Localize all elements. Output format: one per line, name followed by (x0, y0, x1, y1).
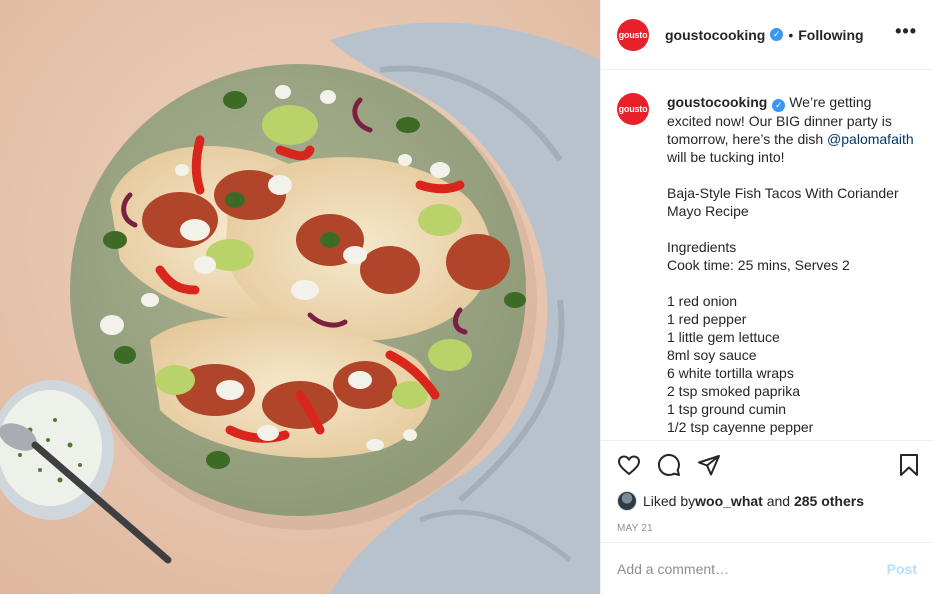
share-icon[interactable] (697, 453, 721, 477)
caption-text: goustocooking ✓ We’re getting excited now… (667, 93, 917, 440)
caption-body-2: will be tucking into! Baja-Style Fish Ta… (667, 148, 899, 435)
caption-avatar[interactable]: gousto (617, 93, 649, 125)
post-header: gousto goustocooking ✓ • Following ••• (601, 0, 933, 70)
fish-tacos-image (0, 0, 600, 594)
avatar[interactable]: gousto (617, 18, 649, 51)
caption-username[interactable]: goustocooking (667, 94, 767, 110)
comment-box: Add a comment… Post (601, 542, 933, 594)
verified-badge-icon: ✓ (772, 98, 786, 112)
liker-username[interactable]: woo_what (695, 493, 763, 509)
bookmark-icon[interactable] (897, 453, 921, 477)
comment-input[interactable]: Add a comment… (617, 561, 887, 577)
more-options-icon[interactable]: ••• (895, 22, 917, 44)
likes-others-link[interactable]: 285 others (794, 493, 864, 509)
liker-avatar[interactable] (617, 491, 637, 511)
heart-icon[interactable] (617, 453, 641, 477)
post-photo[interactable] (0, 0, 600, 594)
verified-badge-icon: ✓ (770, 28, 784, 41)
post-date[interactable]: MAY 21 (601, 514, 933, 542)
separator-dot: • (788, 26, 794, 43)
instagram-post: gousto goustocooking ✓ • Following ••• g… (0, 0, 933, 594)
action-bar (601, 440, 933, 488)
caption-section: gousto goustocooking ✓ We’re getting exci… (601, 70, 933, 440)
following-button[interactable]: Following (798, 27, 863, 43)
post-comment-button[interactable]: Post (887, 561, 917, 577)
comment-icon[interactable] (657, 453, 681, 477)
header-username[interactable]: goustocooking (665, 27, 765, 43)
likes-line: Liked by woo_what and 285 others (601, 488, 933, 514)
mention-link[interactable]: @palomafaith (827, 131, 914, 147)
likes-middle: and (762, 493, 794, 509)
post-side-panel: gousto goustocooking ✓ • Following ••• g… (600, 0, 933, 594)
likes-prefix: Liked by (643, 493, 696, 509)
